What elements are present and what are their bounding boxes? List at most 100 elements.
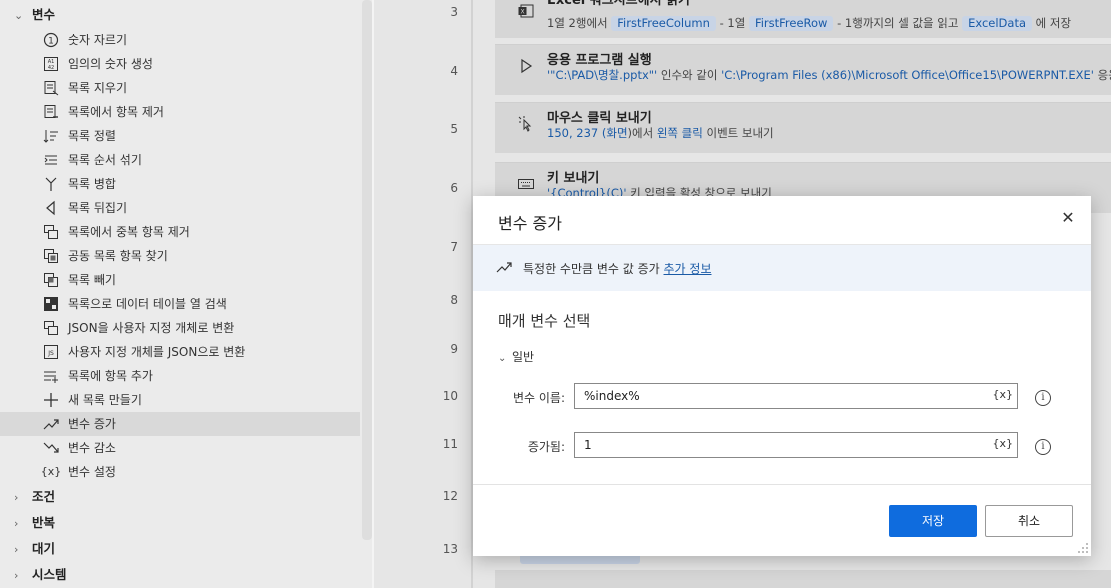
sidebar-item-create-list[interactable]: 새 목록 만들기 bbox=[0, 388, 360, 412]
sidebar-item-label: 변수 설정 bbox=[68, 465, 116, 479]
list-common-icon bbox=[43, 248, 59, 264]
sidebar-item-shuffle-list[interactable]: 목록 순서 섞기 bbox=[0, 148, 360, 172]
sidebar-item-increase-variable[interactable]: 변수 증가 bbox=[0, 412, 360, 436]
sidebar-item-reverse-list[interactable]: 목록 뒤집기 bbox=[0, 196, 360, 220]
desc-value: '"C:\PAD\명찰.pptx"' bbox=[547, 68, 658, 82]
sidebar-item-label: 목록에 항목 추가 bbox=[68, 369, 153, 383]
list-add-icon bbox=[43, 368, 59, 384]
chevron-right-icon: › bbox=[14, 491, 19, 504]
keyboard-icon bbox=[517, 175, 535, 193]
variable-pill: ExcelData bbox=[962, 16, 1033, 31]
svg-text:1: 1 bbox=[48, 37, 54, 47]
sidebar-item-datatable-find[interactable]: 목록으로 데이터 테이블 열 검색 bbox=[0, 292, 360, 316]
group-general-toggle[interactable]: ⌄ 일반 bbox=[498, 348, 534, 365]
line-number: 4 bbox=[450, 64, 458, 78]
desc-value: 'C:\Program Files (x86)\Microsoft Office… bbox=[721, 68, 1094, 82]
resize-grip-icon[interactable] bbox=[1077, 542, 1089, 554]
category-variables[interactable]: ⌄ 변수 bbox=[0, 3, 55, 27]
sidebar-item-merge-lists[interactable]: 목록 병합 bbox=[0, 172, 360, 196]
info-icon[interactable]: i bbox=[1035, 439, 1051, 455]
desc-text: 이벤트 보내기 bbox=[702, 126, 774, 140]
trend-down-icon bbox=[43, 440, 59, 456]
more-info-link[interactable]: 추가 정보 bbox=[664, 262, 712, 276]
desc-text: 인수와 같이 bbox=[657, 68, 722, 82]
line-number: 13 bbox=[442, 542, 458, 556]
desc-value: 왼쪽 클릭 bbox=[656, 126, 703, 140]
cancel-button[interactable]: 취소 bbox=[985, 505, 1073, 537]
category-label: 조건 bbox=[32, 489, 56, 504]
step-description: 1열 2행에서 FirstFreeColumn - 1열 FirstFreeRo… bbox=[547, 15, 1071, 31]
actions-sidebar: ⌄ 변수 1 숫자 자르기 A1 42 임의의 숫자 생성 목록 지우기 목록에서 … bbox=[0, 0, 374, 588]
excel-icon: X bbox=[517, 2, 535, 20]
random-number-icon: A1 42 bbox=[43, 56, 59, 72]
sidebar-item-sort-list[interactable]: 목록 정렬 bbox=[0, 124, 360, 148]
sidebar-item-decrease-variable[interactable]: 변수 감소 bbox=[0, 436, 360, 460]
category-system[interactable]: › 시스템 bbox=[0, 563, 67, 587]
sidebar-item-label: 공동 목록 항목 찾기 bbox=[68, 249, 168, 263]
variable-pill: FirstFreeColumn bbox=[611, 16, 716, 31]
variable-picker-button[interactable]: {x} bbox=[992, 437, 1013, 450]
sidebar-item-label: 목록에서 항목 제거 bbox=[68, 105, 164, 119]
list-dedupe-icon bbox=[43, 224, 59, 240]
sidebar-item-truncate-number[interactable]: 1 숫자 자르기 bbox=[0, 28, 360, 52]
play-icon bbox=[517, 57, 535, 75]
variable-icon: {x} bbox=[40, 465, 62, 478]
desc-text: 응용 프 bbox=[1097, 68, 1111, 82]
desc-text: 에 저장 bbox=[1032, 16, 1072, 30]
category-conditions[interactable]: › 조건 bbox=[0, 485, 55, 509]
sidebar-item-common-items[interactable]: 공동 목록 항목 찾기 bbox=[0, 244, 360, 268]
category-label: 대기 bbox=[32, 541, 56, 556]
chevron-down-icon: ⌄ bbox=[498, 353, 507, 364]
line-number: 11 bbox=[442, 437, 458, 451]
flow-step-read-excel[interactable]: X Excel 워크시트에서 읽기 1열 2행에서 FirstFreeColum… bbox=[495, 0, 1111, 38]
sidebar-item-label: 변수 감소 bbox=[68, 441, 116, 455]
sidebar-item-set-variable[interactable]: {x} 변수 설정 bbox=[0, 460, 360, 484]
desc-value: 화면 bbox=[606, 126, 628, 140]
category-wait[interactable]: › 대기 bbox=[0, 537, 55, 561]
flow-step-mouse-click[interactable]: 마우스 클릭 보내기 150, 237 (화면)에서 왼쪽 클릭 이벤트 보내기 bbox=[495, 102, 1111, 153]
sidebar-item-clear-list[interactable]: 목록 지우기 bbox=[0, 76, 360, 100]
step-description: 150, 237 (화면)에서 왼쪽 클릭 이벤트 보내기 bbox=[547, 125, 774, 141]
object-to-json-icon: JS bbox=[43, 344, 59, 360]
category-loops[interactable]: › 반복 bbox=[0, 511, 55, 535]
sidebar-item-label: 목록 병합 bbox=[68, 177, 116, 191]
variable-pill: FirstFreeRow bbox=[748, 16, 834, 31]
sidebar-item-add-to-list[interactable]: 목록에 항목 추가 bbox=[0, 364, 360, 388]
sidebar-item-object-to-json[interactable]: JS 사용자 지정 개체를 JSON으로 변환 bbox=[0, 340, 360, 364]
sidebar-item-json-to-object[interactable]: JSON을 사용자 지정 개체로 변환 bbox=[0, 316, 360, 340]
chevron-right-icon: › bbox=[14, 517, 19, 530]
variable-picker-button[interactable]: {x} bbox=[992, 388, 1013, 401]
flow-step-run-application[interactable]: 응용 프로그램 실행 '"C:\PAD\명찰.pptx"' 인수와 같이 'C:… bbox=[495, 44, 1111, 95]
list-merge-icon bbox=[43, 176, 59, 192]
line-number: 3 bbox=[450, 5, 458, 19]
json-to-object-icon bbox=[43, 320, 59, 336]
trend-up-icon bbox=[496, 260, 512, 278]
increment-input[interactable]: 1 {x} bbox=[574, 432, 1018, 458]
sidebar-item-label: 숫자 자르기 bbox=[68, 33, 128, 47]
list-clear-icon bbox=[43, 80, 59, 96]
line-number: 6 bbox=[450, 181, 458, 195]
sidebar-item-random-number[interactable]: A1 42 임의의 숫자 생성 bbox=[0, 52, 360, 76]
flow-step[interactable] bbox=[495, 570, 1111, 588]
increase-variable-dialog: 변수 증가 ✕ 특정한 수만큼 변수 값 증가 추가 정보 매개 변수 선택 ⌄… bbox=[473, 196, 1091, 556]
sidebar-item-dedupe-list[interactable]: 목록에서 중복 항목 제거 bbox=[0, 220, 360, 244]
description-text: 특정한 수만큼 변수 값 증가 bbox=[523, 262, 664, 276]
sidebar-item-subtract-lists[interactable]: 목록 빼기 bbox=[0, 268, 360, 292]
svg-text:JS: JS bbox=[47, 350, 54, 357]
info-icon[interactable]: i bbox=[1035, 390, 1051, 406]
chevron-right-icon: › bbox=[14, 569, 19, 582]
dialog-title: 변수 증가 bbox=[498, 214, 562, 233]
sidebar-item-label: 목록에서 중복 항목 제거 bbox=[68, 225, 190, 239]
sidebar-item-label: 변수 증가 bbox=[68, 417, 116, 431]
sidebar-scrollbar[interactable] bbox=[362, 0, 372, 540]
line-number: 9 bbox=[450, 342, 458, 356]
desc-text: )에서 bbox=[627, 126, 657, 140]
close-icon[interactable]: ✕ bbox=[1059, 208, 1077, 227]
svg-text:X: X bbox=[520, 9, 524, 16]
sidebar-item-label: 목록 순서 섞기 bbox=[68, 153, 142, 167]
dialog-info-band: 특정한 수만큼 변수 값 증가 추가 정보 bbox=[473, 244, 1091, 291]
variable-name-input[interactable]: %index% {x} bbox=[574, 383, 1018, 409]
sidebar-item-label: 목록 지우기 bbox=[68, 81, 128, 95]
save-button[interactable]: 저장 bbox=[889, 505, 977, 537]
sidebar-item-remove-from-list[interactable]: 목록에서 항목 제거 bbox=[0, 100, 360, 124]
